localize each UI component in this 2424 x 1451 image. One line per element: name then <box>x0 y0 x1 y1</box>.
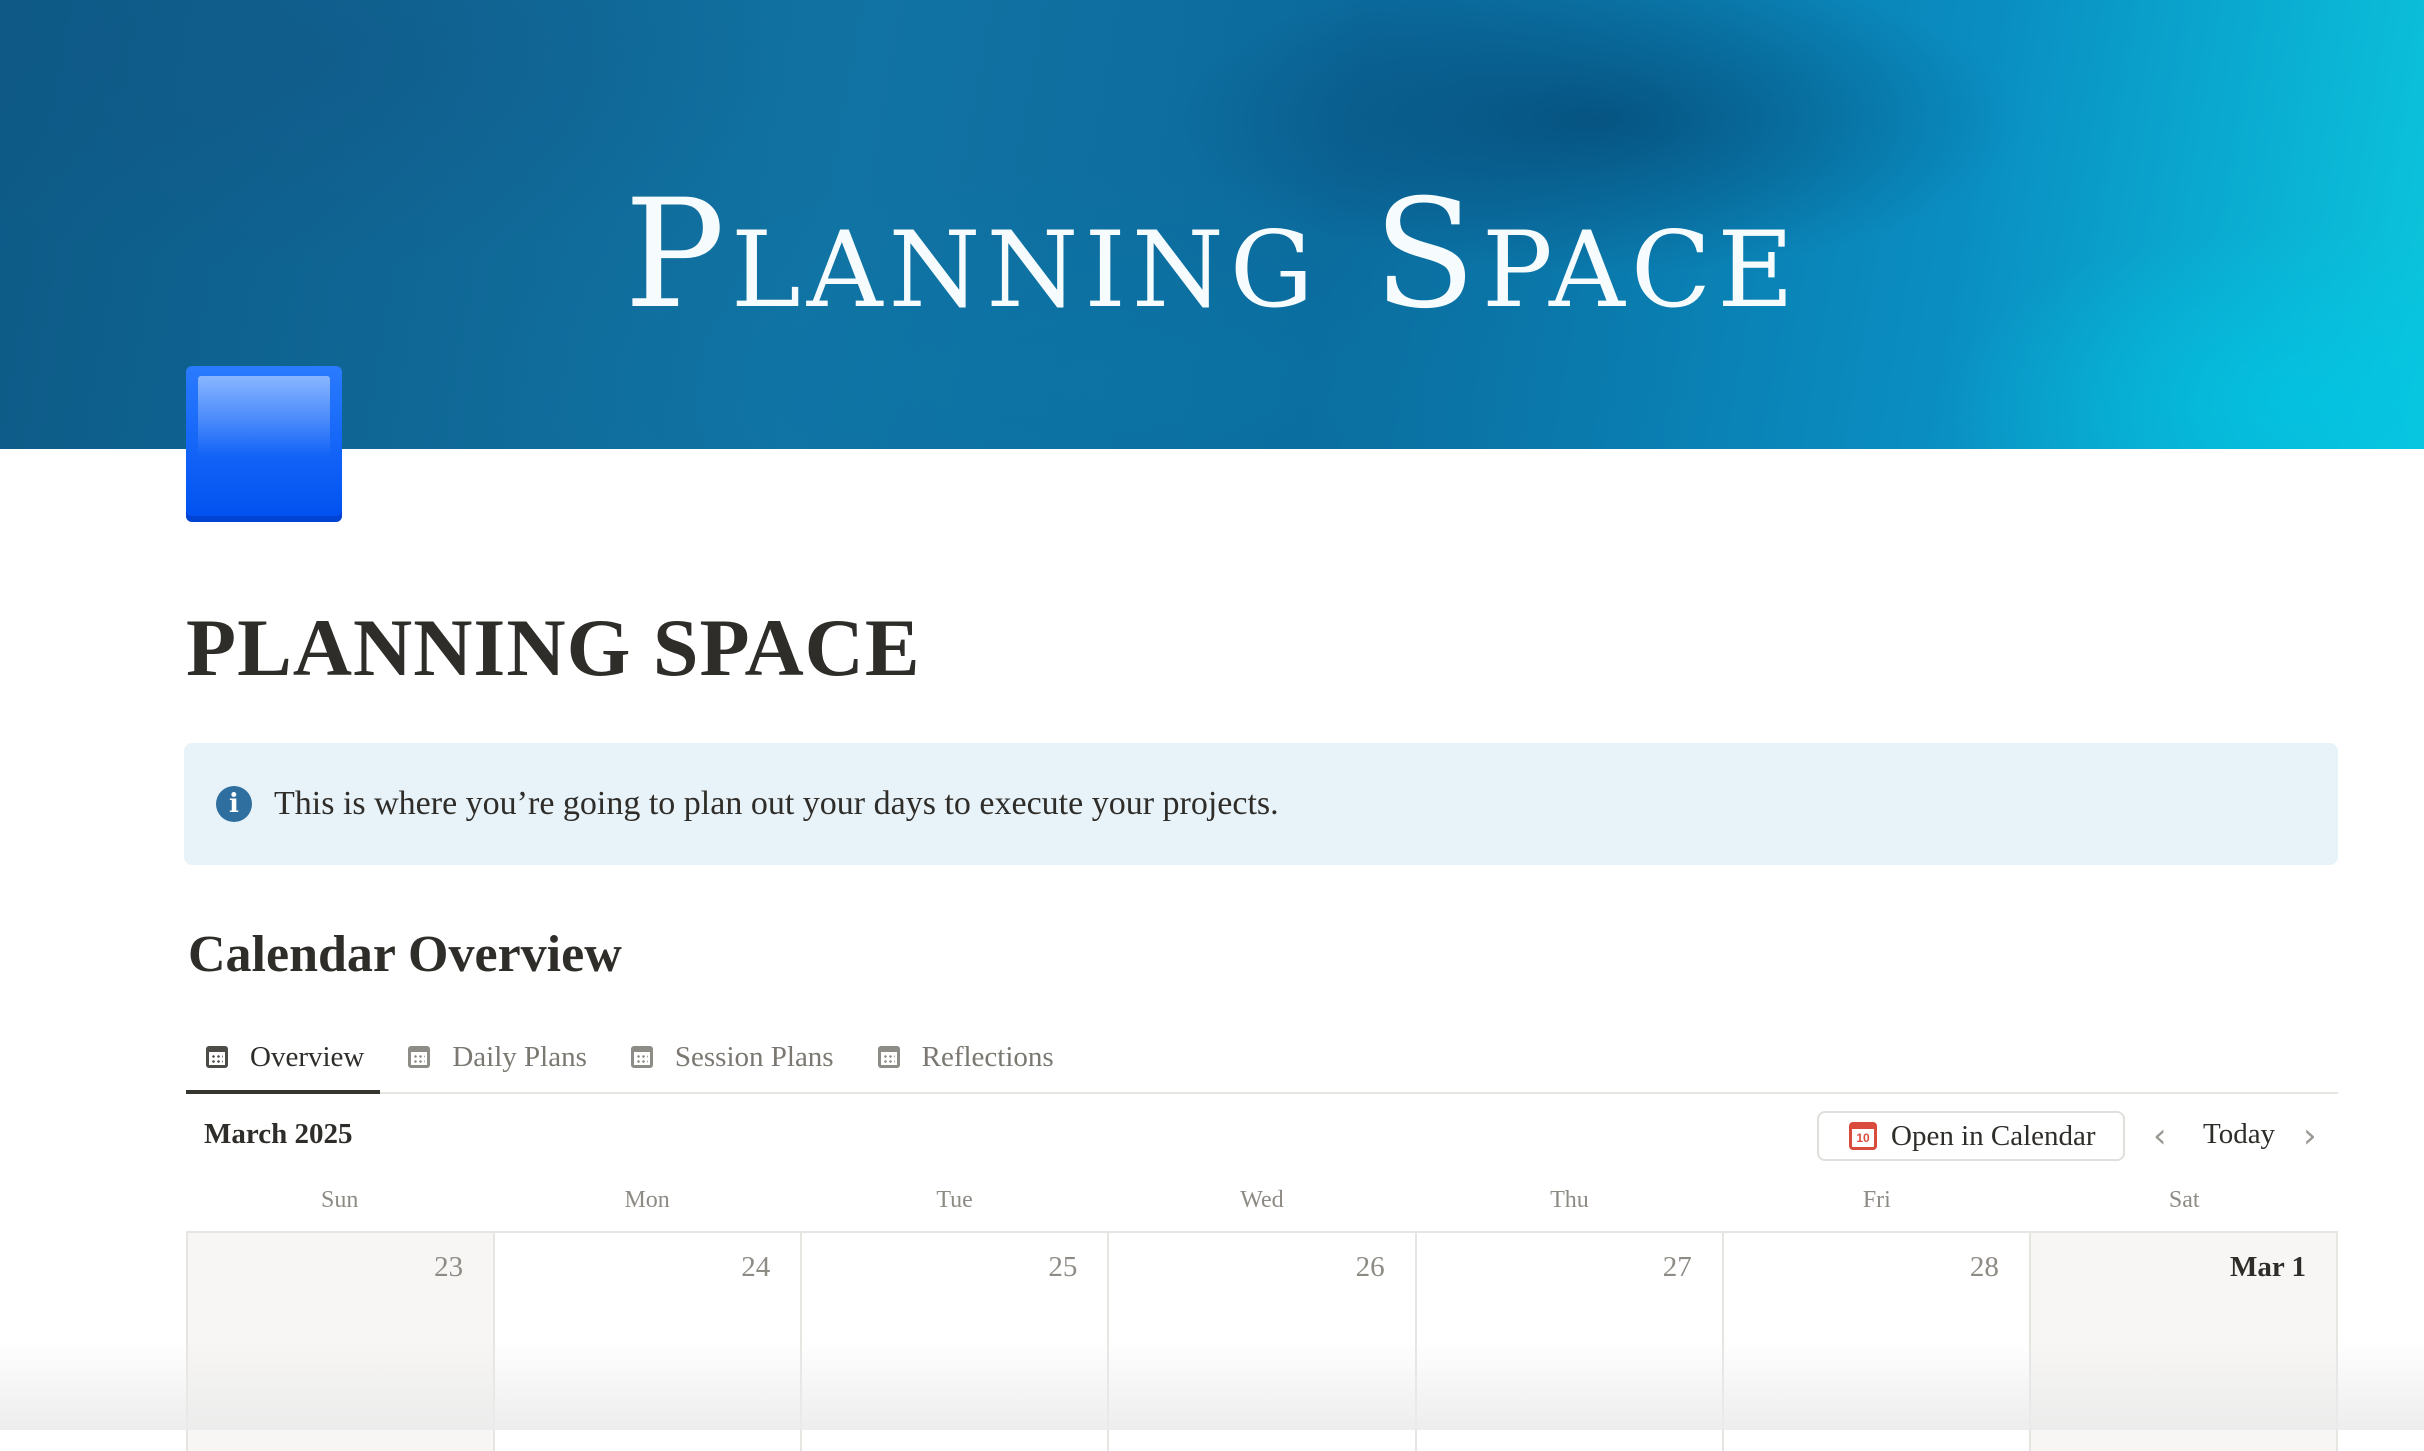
view-tabs: Overview Daily Plans Session Plans Refle… <box>186 1022 2338 1094</box>
day-cell[interactable]: 24 <box>495 1233 803 1451</box>
calendar-icon <box>206 1046 228 1068</box>
page-title: PLANNING SPACE <box>186 602 921 693</box>
section-heading: Calendar Overview <box>188 926 622 983</box>
month-label: March 2025 <box>204 1118 353 1150</box>
day-number: 28 <box>1969 1251 1999 1283</box>
cover-image: Planning Space <box>0 0 2424 449</box>
day-number: 27 <box>1662 1251 1692 1283</box>
day-number: Mar 1 <box>2230 1251 2306 1283</box>
day-cell[interactable]: 23 <box>188 1233 496 1451</box>
day-cell[interactable]: Mar 1 <box>2030 1233 2338 1451</box>
open-in-calendar-label: Open in Calendar <box>1891 1119 2096 1152</box>
today-button[interactable]: Today <box>2203 1114 2275 1154</box>
calendar-app-icon: 10 <box>1849 1122 1877 1150</box>
calendar-grid: 23 24 25 26 27 28 Mar 1 <box>186 1231 2338 1451</box>
weekday-mon: Mon <box>624 1187 670 1213</box>
tab-overview[interactable]: Overview <box>186 1022 381 1094</box>
weekday-wed: Wed <box>1240 1187 1284 1213</box>
calendar-icon <box>630 1046 653 1068</box>
day-number: 26 <box>1355 1251 1385 1283</box>
day-number: 23 <box>434 1251 464 1283</box>
calendar-icon <box>408 1046 431 1068</box>
day-number: 25 <box>1048 1251 1078 1283</box>
day-cell[interactable]: 27 <box>1416 1233 1724 1451</box>
chevron-right-icon[interactable]: › <box>2303 1116 2317 1156</box>
tab-session-plans[interactable]: Session Plans <box>611 1022 850 1092</box>
info-icon: i <box>216 786 252 822</box>
weekday-sun: Sun <box>321 1187 359 1213</box>
weekday-sat: Sat <box>2168 1187 2200 1213</box>
weekday-header: Sun Mon Tue Wed Thu Fri Sat <box>186 1180 2338 1232</box>
tab-label: Daily Plans <box>452 1040 587 1073</box>
tab-reflections[interactable]: Reflections <box>858 1022 1070 1092</box>
cover-title: Planning Space <box>624 168 1800 342</box>
blue-square-icon[interactable] <box>186 366 342 522</box>
weekday-fri: Fri <box>1862 1187 1891 1213</box>
chevron-left-icon[interactable]: ‹ <box>2153 1116 2167 1156</box>
info-callout: i This is where you’re going to plan out… <box>184 743 2338 865</box>
day-number: 24 <box>741 1251 771 1283</box>
tab-daily-plans[interactable]: Daily Plans <box>388 1022 603 1092</box>
calendar-icon <box>877 1046 900 1068</box>
weekday-tue: Tue <box>936 1187 973 1213</box>
open-in-calendar-button[interactable]: 10 Open in Calendar <box>1817 1111 2125 1161</box>
callout-text: This is where you’re going to plan out y… <box>274 785 1279 822</box>
day-cell[interactable]: 28 <box>1723 1233 2031 1451</box>
tab-label: Session Plans <box>674 1040 834 1073</box>
tab-label: Reflections <box>921 1040 1054 1073</box>
tab-label: Overview <box>250 1040 365 1073</box>
day-cell[interactable]: 26 <box>1109 1233 1417 1451</box>
weekday-thu: Thu <box>1550 1187 1589 1213</box>
day-cell[interactable]: 25 <box>802 1233 1110 1451</box>
